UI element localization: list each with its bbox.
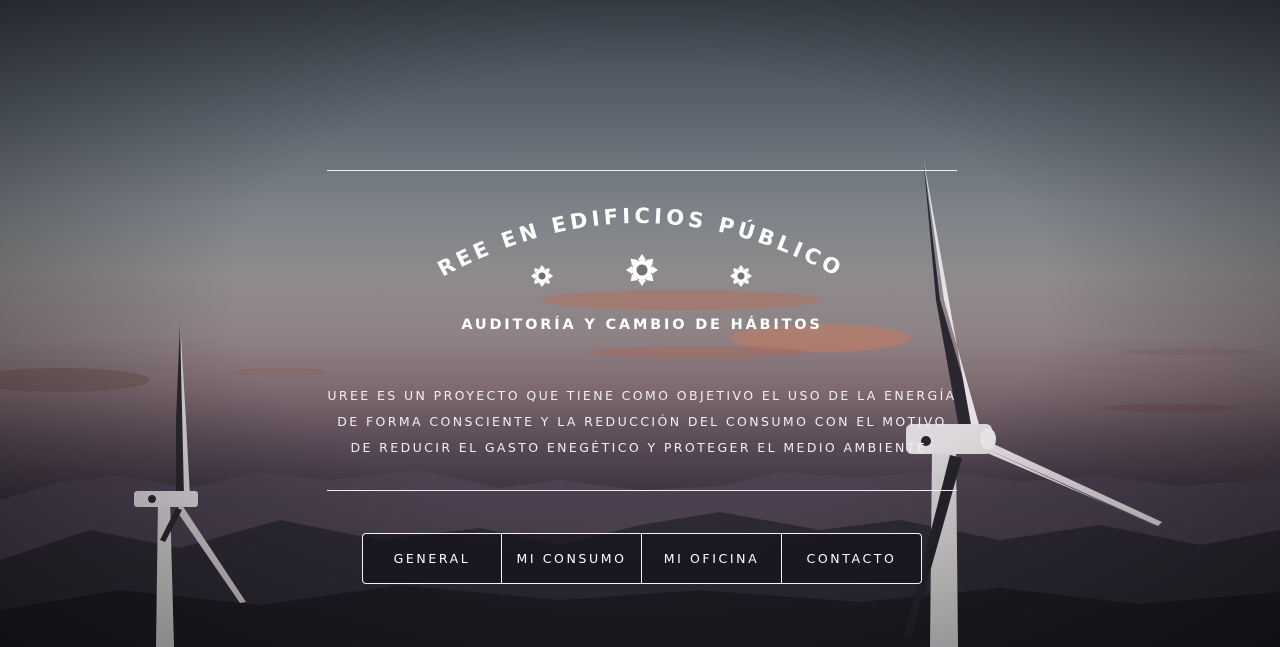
project-description: UREE ES UN PROYECTO QUE TIENE COMO OBJET…: [327, 388, 957, 455]
subtitle: AUDITORÍA Y CAMBIO DE HÁBITOS: [461, 317, 823, 333]
top-divider: [327, 170, 957, 171]
sun-icon: [730, 265, 752, 287]
nav-general-button[interactable]: GENERAL: [362, 533, 502, 584]
hero-section: UREE EN EDIFICIOS PÚBLICOS: [0, 0, 1280, 647]
nav-mi-oficina-button[interactable]: MI OFICINA: [642, 533, 782, 584]
main-nav: GENERAL MI CONSUMO MI OFICINA CONTACTO: [362, 533, 922, 584]
bottom-divider: [327, 490, 957, 491]
nav-contacto-button[interactable]: CONTACTO: [782, 533, 922, 584]
sun-icon: [531, 265, 553, 287]
nav-mi-consumo-button[interactable]: MI CONSUMO: [502, 533, 642, 584]
sun-icon: [626, 254, 658, 286]
